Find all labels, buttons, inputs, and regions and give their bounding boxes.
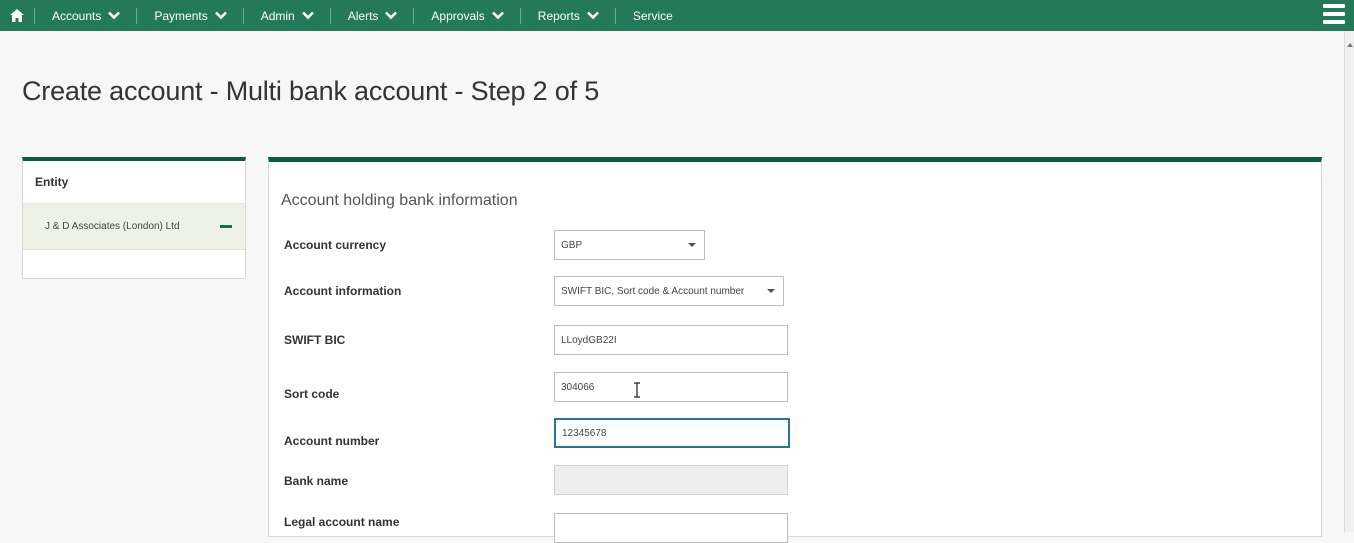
minus-icon[interactable] [220,225,232,228]
account-currency-label: Account currency [284,238,387,252]
top-navigation-bar: Accounts Payments Admin Alerts Approvals… [0,0,1354,31]
nav-service[interactable]: Service [616,0,689,31]
legal-account-name-label: Legal account name [284,515,400,529]
entity-selected-item[interactable]: J & D Associates (London) Ltd [23,204,245,250]
bank-name-input [554,465,788,495]
nav-alerts[interactable]: Alerts [331,0,414,31]
chevron-down-icon [108,11,121,20]
legal-account-name-input[interactable] [554,513,788,543]
bank-name-label: Bank name [284,474,349,488]
account-information-select[interactable]: SWIFT BIC, Sort code & Account number [554,276,784,306]
nav-service-label: Service [632,8,673,23]
swift-bic-input[interactable]: LLoydGB22I [554,325,788,355]
nav-approvals[interactable]: Approvals [414,0,519,31]
chevron-down-icon [301,11,314,20]
page-title: Create account - Multi bank account - St… [22,76,600,106]
nav-admin[interactable]: Admin [244,0,330,31]
sort-code-value: 304066 [561,381,595,393]
nav-payments-label: Payments [154,8,208,23]
account-number-value: 12345678 [562,427,607,439]
home-button[interactable] [0,0,34,31]
hamburger-menu-icon[interactable] [1322,2,1346,26]
home-icon [10,9,24,22]
nav-alerts-label: Alerts [347,8,379,23]
entity-panel: Entity J & D Associates (London) Ltd [22,157,246,279]
account-currency-value: GBP [561,239,583,251]
nav-accounts[interactable]: Accounts [35,0,136,31]
dropdown-caret-icon [688,243,696,247]
entity-name: J & D Associates (London) Ltd [45,221,180,232]
nav-approvals-label: Approvals [431,8,485,23]
chevron-down-icon [385,11,398,20]
nav-reports-label: Reports [537,8,580,23]
account-information-value: SWIFT BIC, Sort code & Account number [561,285,745,297]
account-number-input[interactable]: 12345678 [554,418,790,448]
sort-code-label: Sort code [284,387,340,401]
text-cursor-icon [634,382,640,398]
bank-information-form: Account holding bank information Account… [268,157,1322,543]
section-title: Account holding bank information [281,192,518,209]
nav-admin-label: Admin [260,8,295,23]
swift-bic-label: SWIFT BIC [284,333,346,347]
chevron-down-icon [586,11,599,20]
account-currency-select[interactable]: GBP [554,230,705,260]
nav-reports[interactable]: Reports [521,0,615,31]
page-scrollbar[interactable] [1344,31,1354,532]
dropdown-caret-icon [767,289,775,293]
nav-accounts-label: Accounts [52,8,102,23]
swift-bic-value: LLoydGB22I [561,334,617,346]
scroll-up-arrow-icon[interactable] [1347,43,1353,47]
entity-heading: Entity [23,161,245,204]
chevron-down-icon [214,11,227,20]
account-number-label: Account number [284,434,380,448]
nav-payments[interactable]: Payments [137,0,242,31]
chevron-down-icon [491,11,504,20]
account-information-label: Account information [284,284,402,298]
sort-code-input[interactable]: 304066 [554,372,788,402]
